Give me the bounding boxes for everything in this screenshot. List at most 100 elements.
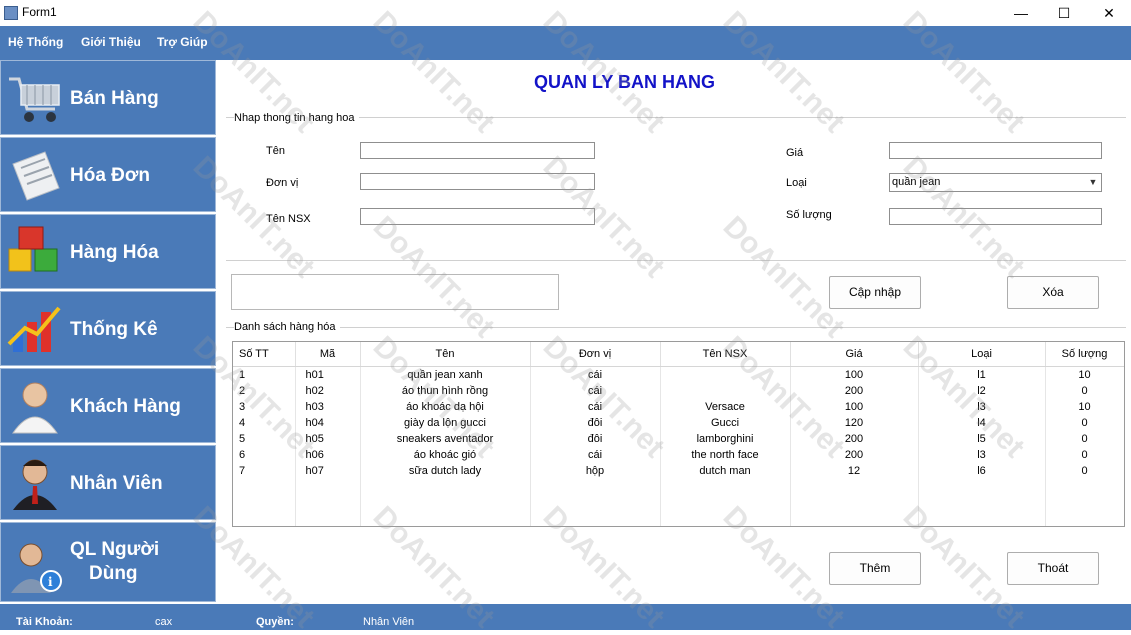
sidebar-item-ql-nguoi-dung[interactable]: i QL Người Dùng xyxy=(0,522,216,602)
table-empty-cell xyxy=(360,479,531,495)
sidebar-item-thong-ke[interactable]: Thống Kê xyxy=(0,291,216,366)
table-empty-row xyxy=(233,495,1124,511)
table-cell: 6 xyxy=(233,447,296,463)
table-cell: đôi xyxy=(530,431,661,447)
table-row[interactable]: 3 h03 áo khoác dạ hội cái Versace 100 l3 10 xyxy=(233,399,1124,415)
ten-nsx-input[interactable] xyxy=(360,208,595,225)
minimize-button[interactable]: — xyxy=(998,0,1044,26)
table-cell: h02 xyxy=(295,383,361,399)
table-cell: cái xyxy=(530,447,661,463)
ten-nsx-label: Tên NSX xyxy=(266,213,311,225)
table-cell: 0 xyxy=(1045,431,1124,447)
menu-gioi-thieu[interactable]: Giới Thiệu xyxy=(81,35,141,49)
column-header-ten-nsx[interactable]: Tên NSX xyxy=(660,342,791,367)
column-header-so-luong[interactable]: Số lượng xyxy=(1045,342,1124,367)
customer-icon xyxy=(12,382,58,434)
table-empty-cell xyxy=(530,479,661,495)
menu-tro-giup[interactable]: Trợ Giúp xyxy=(157,35,208,49)
sidebar-item-label: Nhân Viên xyxy=(70,473,163,494)
table-empty-cell xyxy=(660,479,791,495)
table-row[interactable]: 6 h06 áo khoác gió cái the north face 200 l3 0 xyxy=(233,447,1124,463)
table-cell: áo thun hình rồng xyxy=(360,383,531,399)
table-cell: 200 xyxy=(790,431,919,447)
table-cell: h06 xyxy=(295,447,361,463)
list-groupbox xyxy=(226,327,1126,329)
ten-input[interactable] xyxy=(360,142,595,159)
products-grid[interactable]: Số TT Mã Tên Đơn vị Tên NSX Giá Loại Số … xyxy=(232,341,1125,527)
sidebar-item-hang-hoa[interactable]: Hàng Hóa xyxy=(0,214,216,289)
gia-input[interactable] xyxy=(889,142,1102,159)
table-cell: 1 xyxy=(233,366,296,383)
window-title: Form1 xyxy=(22,5,57,19)
sidebar-item-khach-hang[interactable]: Khách Hàng xyxy=(0,368,216,443)
column-header-so-tt[interactable]: Số TT xyxy=(233,342,296,367)
table-empty-cell xyxy=(233,495,296,511)
table-cell: h05 xyxy=(295,431,361,447)
sidebar-item-hoa-don[interactable]: Hóa Đơn xyxy=(0,137,216,212)
column-header-don-vi[interactable]: Đơn vị xyxy=(530,342,661,367)
exit-button[interactable]: Thoát xyxy=(1007,552,1099,585)
table-cell: 10 xyxy=(1045,366,1124,383)
table-cell: giày da lộn gucci xyxy=(360,415,531,431)
table-cell: h01 xyxy=(295,366,361,383)
table-cell: 100 xyxy=(790,366,919,383)
role-value: Nhân Viên xyxy=(363,616,415,628)
boxes-icon xyxy=(8,226,58,272)
add-button[interactable]: Thêm xyxy=(829,552,921,585)
app-icon xyxy=(4,6,18,20)
svg-text:i: i xyxy=(48,575,53,589)
column-header-loai[interactable]: Loại xyxy=(918,342,1046,367)
loai-label: Loại xyxy=(786,177,807,189)
products-table: Số TT Mã Tên Đơn vị Tên NSX Giá Loại Số … xyxy=(233,342,1124,526)
delete-button[interactable]: Xóa xyxy=(1007,276,1099,309)
table-cell: lamborghini xyxy=(660,431,791,447)
menu-he-thong[interactable]: Hệ Thống xyxy=(8,35,63,49)
column-header-ma[interactable]: Mã xyxy=(295,342,361,367)
sidebar-item-nhan-vien[interactable]: Nhân Viên xyxy=(0,445,216,520)
table-cell: 4 xyxy=(233,415,296,431)
close-button[interactable]: ✕ xyxy=(1086,0,1131,26)
column-header-gia[interactable]: Giá xyxy=(790,342,919,367)
table-row[interactable]: 7 h07 sữa dutch lady hộp dutch man 12 l6 0 xyxy=(233,463,1124,479)
table-row[interactable]: 1 h01 quần jean xanh cái 100 l1 10 xyxy=(233,366,1124,383)
so-luong-input[interactable] xyxy=(889,208,1102,225)
sidebar-item-label: Bán Hàng xyxy=(70,88,159,109)
table-cell: l6 xyxy=(918,463,1046,479)
sidebar-item-label: Khách Hàng xyxy=(70,396,181,417)
main-panel: QUAN LY BAN HANG Nhap thong tin hang hoa… xyxy=(222,62,1131,602)
sidebar-item-ban-hang[interactable]: Bán Hàng xyxy=(0,60,216,135)
table-cell: 0 xyxy=(1045,447,1124,463)
don-vi-input[interactable] xyxy=(360,173,595,190)
table-empty-row xyxy=(233,479,1124,495)
table-cell: 10 xyxy=(1045,399,1124,415)
loai-select[interactable]: quần jean ▼ xyxy=(889,173,1102,192)
column-header-ten[interactable]: Tên xyxy=(360,342,531,367)
table-cell: cái xyxy=(530,383,661,399)
shopping-cart-icon xyxy=(9,77,60,122)
don-vi-label: Đơn vị xyxy=(266,177,299,189)
sidebar-item-label-line2: Dùng xyxy=(89,563,138,584)
account-value: cax xyxy=(155,616,173,628)
input-group-label: Nhap thong tin hang hoa xyxy=(234,112,359,124)
chevron-down-icon[interactable]: ▼ xyxy=(1085,174,1101,191)
loai-selected-value: quần jean xyxy=(892,176,941,188)
update-button[interactable]: Cập nhập xyxy=(829,276,921,309)
maximize-button[interactable]: ☐ xyxy=(1041,0,1087,26)
table-row[interactable]: 4 h04 giày da lộn gucci đôi Gucci 120 l4 0 xyxy=(233,415,1124,431)
sidebar-item-label-line1: QL Người xyxy=(70,539,160,560)
table-cell xyxy=(660,366,791,383)
so-luong-label: Số lượng xyxy=(786,209,832,221)
table-row[interactable]: 2 h02 áo thun hình rồng cái 200 l2 0 xyxy=(233,383,1124,399)
user-admin-icon: i xyxy=(11,543,62,593)
table-empty-cell xyxy=(233,479,296,495)
sidebar-item-label: Thống Kê xyxy=(70,319,158,340)
table-row[interactable]: 5 h05 sneakers aventador đôi lamborghini 200 l… xyxy=(233,431,1124,447)
table-empty-cell xyxy=(660,495,791,511)
status-bar: Tài Khoản: cax Quyền: Nhân Viên xyxy=(0,604,1131,630)
table-empty-cell xyxy=(360,511,531,526)
table-cell: 200 xyxy=(790,447,919,463)
table-cell: l3 xyxy=(918,399,1046,415)
table-empty-cell xyxy=(660,511,791,526)
page-title: QUAN LY BAN HANG xyxy=(534,72,716,92)
table-cell: Versace xyxy=(660,399,791,415)
